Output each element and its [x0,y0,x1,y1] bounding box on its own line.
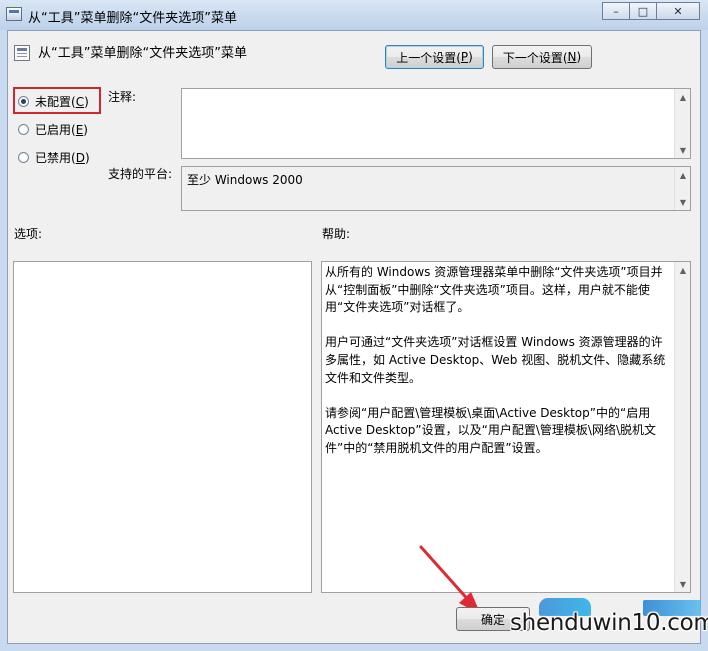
minimize-icon: – [613,4,619,18]
radio-enabled-accesskey: E [75,122,84,137]
radio-paren: ) [84,94,89,109]
help-paragraph-2: 用户可通过“文件夹选项”对话框设置 Windows 资源管理器的许多属性，如 A… [325,335,666,385]
radio-disabled-accesskey: D [75,150,85,165]
window-controls: – □ ✕ [602,2,700,20]
previous-setting-label: 上一个设置( [396,50,461,65]
next-setting-paren: ) [576,50,582,64]
radio-not-configured-label: 未配置( [35,95,76,109]
platform-scrollbar[interactable]: ▲ ▼ [674,167,690,210]
help-paragraph-3: 请参阅“用户配置\管理模板\桌面\Active Desktop”中的“启用 Ac… [325,405,656,455]
maximize-icon: □ [637,4,649,18]
next-setting-label: 下一个设置( [502,50,568,65]
comment-textarea[interactable]: ▲ ▼ [181,88,691,159]
watermark-text: shenduwin10.com [510,610,708,636]
supported-platform-value: 至少 Windows 2000 [187,173,303,187]
policy-icon [14,45,30,61]
help-scrollbar[interactable]: ▲ ▼ [674,262,690,592]
close-icon: ✕ [673,4,683,18]
title-bar: 从“工具”菜单删除“文件夹选项”菜单 – □ ✕ [0,0,708,30]
radio-disabled[interactable]: 已禁用(D) [18,149,90,166]
previous-setting-paren: ) [468,50,473,64]
help-text: 从所有的 Windows 资源管理器菜单中删除“文件夹选项”项目并从“控制面板”… [325,264,670,475]
maximize-button[interactable]: □ [629,2,657,20]
window-title: 从“工具”菜单删除“文件夹选项”菜单 [28,11,237,26]
options-panel [13,261,312,593]
radio-not-configured-accesskey: C [75,94,85,109]
radio-paren: ) [84,150,90,165]
radio-paren: ) [83,122,88,137]
ok-label: 确定 [480,612,505,627]
help-panel: 从所有的 Windows 资源管理器菜单中删除“文件夹选项”项目并从“控制面板”… [321,261,691,593]
scroll-down-icon[interactable]: ▼ [675,142,690,158]
previous-setting-button[interactable]: 上一个设置(P) [385,45,484,69]
app-icon [6,7,22,21]
comment-scrollbar[interactable]: ▲ ▼ [674,89,690,158]
supported-platform-label: 支持的平台: [108,167,173,181]
scroll-down-icon[interactable]: ▼ [675,576,690,592]
scroll-up-icon[interactable]: ▲ [675,262,690,278]
radio-circle-checked[interactable] [18,96,29,107]
previous-setting-accesskey: P [460,50,469,64]
policy-title: 从“工具”菜单删除“文件夹选项”菜单 [38,46,247,61]
radio-circle[interactable] [18,124,29,135]
help-label: 帮助: [322,227,351,241]
radio-enabled[interactable]: 已启用(E) [18,121,88,138]
scroll-up-icon[interactable]: ▲ [675,167,690,183]
comment-label: 注释: [108,90,137,104]
radio-enabled-label: 已启用( [35,123,76,137]
scroll-up-icon[interactable]: ▲ [675,89,690,105]
dialog-body: 从“工具”菜单删除“文件夹选项”菜单 上一个设置(P) 下一个设置(N) 未配置… [7,30,701,644]
options-label: 选项: [14,227,43,241]
next-setting-accesskey: N [567,50,577,64]
supported-platform-box: 至少 Windows 2000 ▲ ▼ [181,166,691,211]
close-button[interactable]: ✕ [656,2,700,20]
radio-disabled-label: 已禁用( [35,151,76,165]
watermark: shenduwin10.com [503,598,708,640]
radio-not-configured[interactable]: 未配置(C) [18,93,89,110]
minimize-button[interactable]: – [602,2,630,20]
scroll-down-icon[interactable]: ▼ [675,194,690,210]
help-paragraph-1: 从所有的 Windows 资源管理器菜单中删除“文件夹选项”项目并从“控制面板”… [325,265,663,315]
next-setting-button[interactable]: 下一个设置(N) [492,45,592,69]
radio-circle[interactable] [18,152,29,163]
